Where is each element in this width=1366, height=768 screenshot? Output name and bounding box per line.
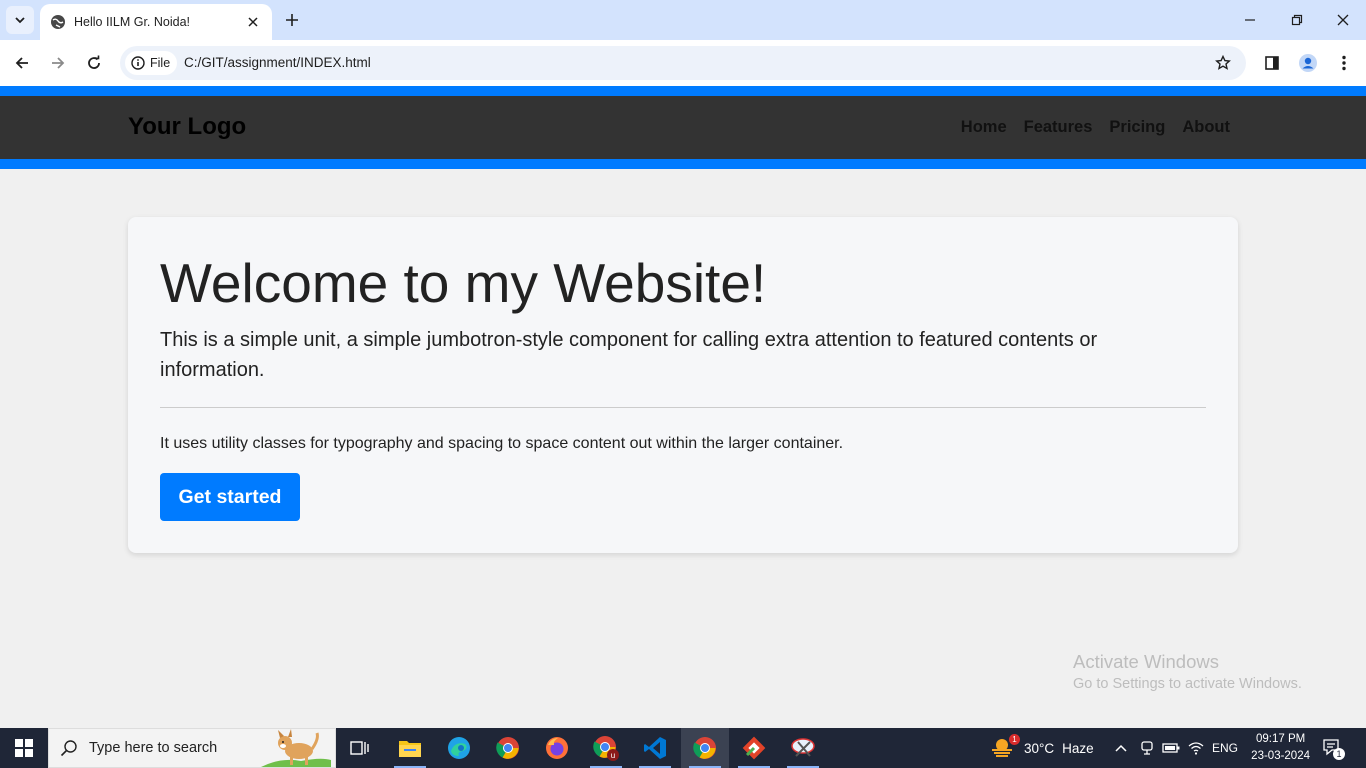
svg-text:u: u [611, 751, 615, 760]
bookmark-star-icon[interactable] [1214, 54, 1232, 72]
divider [160, 407, 1206, 408]
close-window-button[interactable] [1331, 8, 1355, 32]
url-text[interactable]: C:/GIT/assignment/INDEX.html [184, 55, 371, 70]
info-icon [131, 56, 145, 70]
weather-temp: 30°C [1024, 740, 1055, 756]
plus-icon [286, 14, 298, 26]
side-panel-icon[interactable] [1261, 52, 1283, 74]
chevron-down-icon [15, 17, 25, 24]
taskbar-git-gui[interactable] [730, 728, 778, 768]
windows-taskbar: Type here to search u 1 30°C Haze ENG 09… [0, 728, 1366, 768]
snipping-tool-icon [791, 738, 815, 757]
chevron-up-icon [1115, 744, 1127, 752]
taskbar-snipping-tool[interactable] [779, 728, 827, 768]
browser-tab[interactable]: Hello IILM Gr. Noida! [40, 4, 272, 40]
vscode-icon [644, 737, 666, 759]
reload-icon [88, 55, 100, 69]
minimize-button[interactable] [1238, 8, 1262, 32]
minimize-icon [1245, 19, 1255, 21]
weather-desc: Haze [1062, 740, 1094, 756]
start-button[interactable] [0, 728, 48, 768]
taskbar-chrome[interactable] [484, 728, 532, 768]
address-bar[interactable]: File C:/GIT/assignment/INDEX.html [120, 46, 1246, 80]
taskbar-clock[interactable]: 09:17 PM 23-03-2024 [1251, 731, 1310, 765]
search-placeholder: Type here to search [89, 740, 218, 756]
watermark-subtitle: Go to Settings to activate Windows. [1073, 676, 1302, 692]
wifi-icon[interactable] [1188, 728, 1204, 768]
sub-text: It uses utility classes for typography a… [160, 435, 844, 452]
battery-icon[interactable] [1162, 728, 1180, 768]
task-view-button[interactable] [336, 728, 384, 768]
taskbar-file-explorer[interactable] [386, 728, 434, 768]
windows-logo-icon [15, 739, 33, 757]
firefox-icon [546, 737, 568, 759]
taskbar-chrome-active[interactable] [681, 728, 729, 768]
tab-search-button[interactable] [6, 6, 34, 34]
search-icon [49, 739, 89, 757]
web-page: Your Logo Home Features Pricing About We… [0, 86, 1366, 728]
taskbar-chrome-profile[interactable]: u [582, 728, 630, 768]
taskbar-firefox[interactable] [533, 728, 581, 768]
task-view-icon [350, 741, 369, 755]
nav-home-link[interactable]: Home [961, 118, 1007, 137]
browser-tab-strip: Hello IILM Gr. Noida! [0, 0, 1366, 40]
chrome-icon [496, 737, 519, 759]
nav-pricing-link[interactable]: Pricing [1109, 118, 1165, 137]
page-heading: Welcome to my Website! [160, 252, 767, 314]
site-info-label: File [150, 56, 171, 70]
tab-close-icon[interactable] [244, 13, 262, 31]
notification-count: 1 [1333, 748, 1345, 760]
search-highlight-dog-icon [261, 729, 331, 767]
jumbotron: Welcome to my Website! This is a simple … [128, 217, 1238, 553]
show-hidden-icons-button[interactable] [1114, 728, 1128, 768]
site-header: Your Logo Home Features Pricing About [0, 86, 1366, 169]
tab-title: Hello IILM Gr. Noida! [74, 15, 191, 29]
folder-icon [399, 741, 421, 757]
chrome-profile-icon: u [593, 736, 619, 761]
meet-now-icon[interactable] [1140, 728, 1154, 768]
clock-date: 23-03-2024 [1251, 750, 1310, 762]
nav-about-link[interactable]: About [1182, 118, 1230, 137]
clock-time: 09:17 PM [1255, 733, 1306, 745]
language-indicator[interactable]: ENG [1212, 728, 1238, 768]
weather-widget[interactable]: 1 30°C Haze [990, 728, 1094, 768]
restore-button[interactable] [1285, 8, 1309, 32]
lead-text: This is a simple unit, a simple jumbotro… [160, 329, 1098, 381]
more-menu-icon[interactable] [1333, 52, 1355, 74]
arrow-left-icon [15, 57, 28, 69]
new-tab-button[interactable] [282, 10, 302, 30]
taskbar-edge[interactable] [435, 728, 483, 768]
browser-toolbar: File C:/GIT/assignment/INDEX.html [0, 40, 1366, 86]
weather-haze-icon: 1 [990, 734, 1020, 760]
git-gui-icon [742, 736, 766, 760]
weather-badge: 1 [1009, 734, 1020, 745]
forward-button[interactable] [46, 51, 70, 75]
site-nav: Home Features Pricing About [961, 118, 1230, 137]
nav-features-link[interactable]: Features [1024, 118, 1093, 137]
edge-icon [448, 737, 470, 759]
chrome-icon [693, 737, 716, 759]
taskbar-search-box[interactable]: Type here to search [48, 728, 336, 768]
activate-windows-watermark: Activate Windows Go to Settings to activ… [1073, 651, 1302, 692]
watermark-title: Activate Windows [1073, 651, 1219, 672]
notification-center-button[interactable]: 1 [1322, 728, 1348, 768]
taskbar-vscode[interactable] [631, 728, 679, 768]
notification-icon: 1 [1322, 738, 1345, 760]
restore-icon [1291, 14, 1303, 26]
get-started-button[interactable]: Get started [160, 473, 300, 521]
globe-icon [50, 14, 66, 30]
reload-button[interactable] [82, 51, 106, 75]
close-icon [1337, 14, 1349, 26]
back-button[interactable] [10, 51, 34, 75]
site-info-chip[interactable]: File [125, 51, 177, 75]
site-logo[interactable]: Your Logo [128, 113, 246, 141]
arrow-right-icon [52, 57, 65, 69]
profile-avatar-icon[interactable] [1297, 52, 1319, 74]
